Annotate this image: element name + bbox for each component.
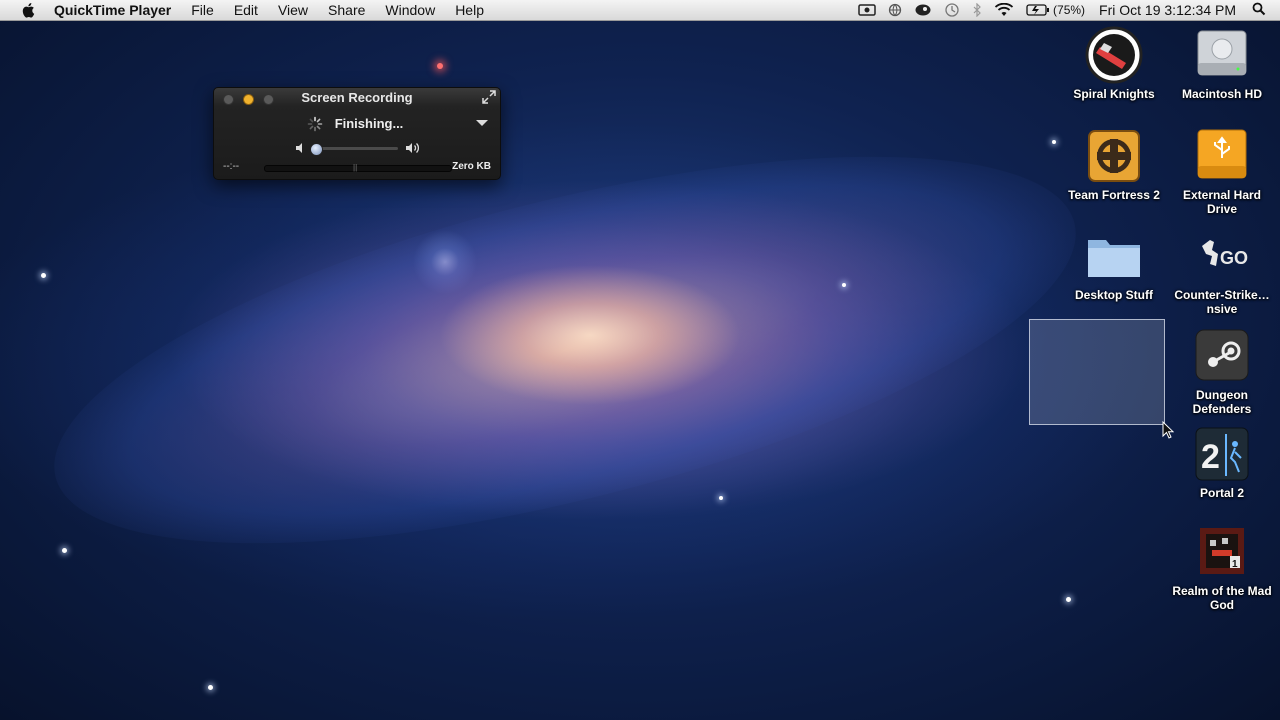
volume-low-icon [296, 143, 302, 153]
recording-status: Finishing... [334, 116, 404, 131]
realm-icon: 1 [1192, 522, 1252, 582]
drag-selection-rectangle [1029, 319, 1165, 425]
menu-bar: QuickTime Player File Edit View Share Wi… [0, 0, 1280, 21]
status-menus: (75%) Fri Oct 19 3:12:34 PM [846, 0, 1280, 20]
menu-file[interactable]: File [191, 2, 214, 18]
battery-percentage: (75%) [1053, 3, 1086, 17]
desktop-icon-label: Portal 2 [1199, 486, 1244, 500]
desktop-icon-macintosh-hd[interactable]: Macintosh HD [1168, 25, 1276, 101]
menu-view[interactable]: View [278, 2, 308, 18]
file-size: Zero KB [452, 161, 491, 172]
desktop-icon-label: External Hard Drive [1182, 188, 1262, 216]
menu-share[interactable]: Share [328, 2, 365, 18]
svg-text:1: 1 [1232, 559, 1238, 570]
bluetooth-icon[interactable] [972, 3, 982, 17]
window-title: Screen Recording [301, 90, 413, 105]
quicktime-recording-window: Screen Recording Finishing... --:-- || Z… [213, 87, 501, 180]
desktop-icon-counter-strike[interactable]: GO Counter-Strike…nsive [1168, 226, 1276, 316]
star [719, 496, 723, 500]
portal-icon: 2 [1192, 424, 1252, 484]
menu-app-name[interactable]: QuickTime Player [54, 2, 171, 18]
mouse-pointer-icon [1162, 421, 1174, 439]
recording-progress-bar [264, 165, 452, 172]
spotlight-search-icon[interactable] [1252, 2, 1266, 19]
apple-icon[interactable] [20, 1, 38, 19]
options-menu-arrow-icon[interactable] [476, 120, 488, 126]
hard-drive-icon [1192, 25, 1252, 85]
desktop-icon-dungeon-defenders[interactable]: Dungeon Defenders [1168, 326, 1276, 416]
progress-divider: || [353, 163, 358, 172]
star [41, 273, 46, 278]
steam-tray-icon[interactable] [914, 3, 932, 17]
globe-icon[interactable] [888, 3, 902, 17]
battery-icon[interactable]: (75%) [1026, 3, 1085, 17]
counter-strike-icon: GO [1192, 226, 1252, 286]
star [1066, 597, 1071, 602]
desktop-icon-realm-of-the-mad-god[interactable]: 1 Realm of the Mad God [1168, 522, 1276, 612]
svg-text:2: 2 [1201, 438, 1220, 476]
folder-icon [1084, 226, 1144, 286]
desktop-icon-portal-2[interactable]: 2 Portal 2 [1168, 424, 1276, 500]
menu-clock[interactable]: Fri Oct 19 3:12:34 PM [1099, 2, 1236, 18]
usb-drive-icon [1192, 126, 1252, 186]
time-machine-icon[interactable] [944, 2, 960, 18]
wifi-icon[interactable] [994, 3, 1014, 17]
team-fortress-icon [1084, 126, 1144, 186]
desktop-icon-label: Counter-Strike…nsive [1174, 288, 1270, 316]
menu-help[interactable]: Help [455, 2, 484, 18]
desktop-icon-label: Team Fortress 2 [1068, 188, 1160, 202]
menu-window[interactable]: Window [385, 2, 435, 18]
spiral-knights-icon [1084, 25, 1144, 85]
volume-slider-knob[interactable] [310, 143, 323, 156]
star [1052, 140, 1056, 144]
desktop-icon-label: Spiral Knights [1073, 87, 1155, 101]
menu-edit[interactable]: Edit [234, 2, 258, 18]
desktop-icon-desktop-stuff[interactable]: Desktop Stuff [1060, 226, 1168, 302]
galaxy-wallpaper [19, 77, 1111, 623]
desktop-icon-team-fortress-2[interactable]: Team Fortress 2 [1060, 126, 1168, 202]
desktop-icon-spiral-knights[interactable]: Spiral Knights [1060, 25, 1168, 101]
star [62, 548, 67, 553]
desktop-icon-label: Realm of the Mad God [1172, 584, 1272, 612]
desktop-icon-label: Dungeon Defenders [1192, 388, 1252, 416]
volume-slider[interactable] [312, 147, 398, 150]
svg-text:GO: GO [1220, 248, 1248, 268]
volume-high-icon [406, 143, 419, 153]
elapsed-time: --:-- [223, 161, 240, 172]
desktop-icon-external-hard-drive[interactable]: External Hard Drive [1168, 126, 1276, 216]
desktop-icon-label: Macintosh HD [1181, 87, 1262, 101]
star [842, 283, 846, 287]
steam-icon [1192, 326, 1252, 386]
star [437, 63, 443, 69]
desktop-icon-label: Desktop Stuff [1075, 288, 1153, 302]
fullscreen-icon[interactable] [482, 90, 496, 104]
star [208, 685, 213, 690]
screen-recording-status-icon[interactable] [858, 3, 876, 17]
